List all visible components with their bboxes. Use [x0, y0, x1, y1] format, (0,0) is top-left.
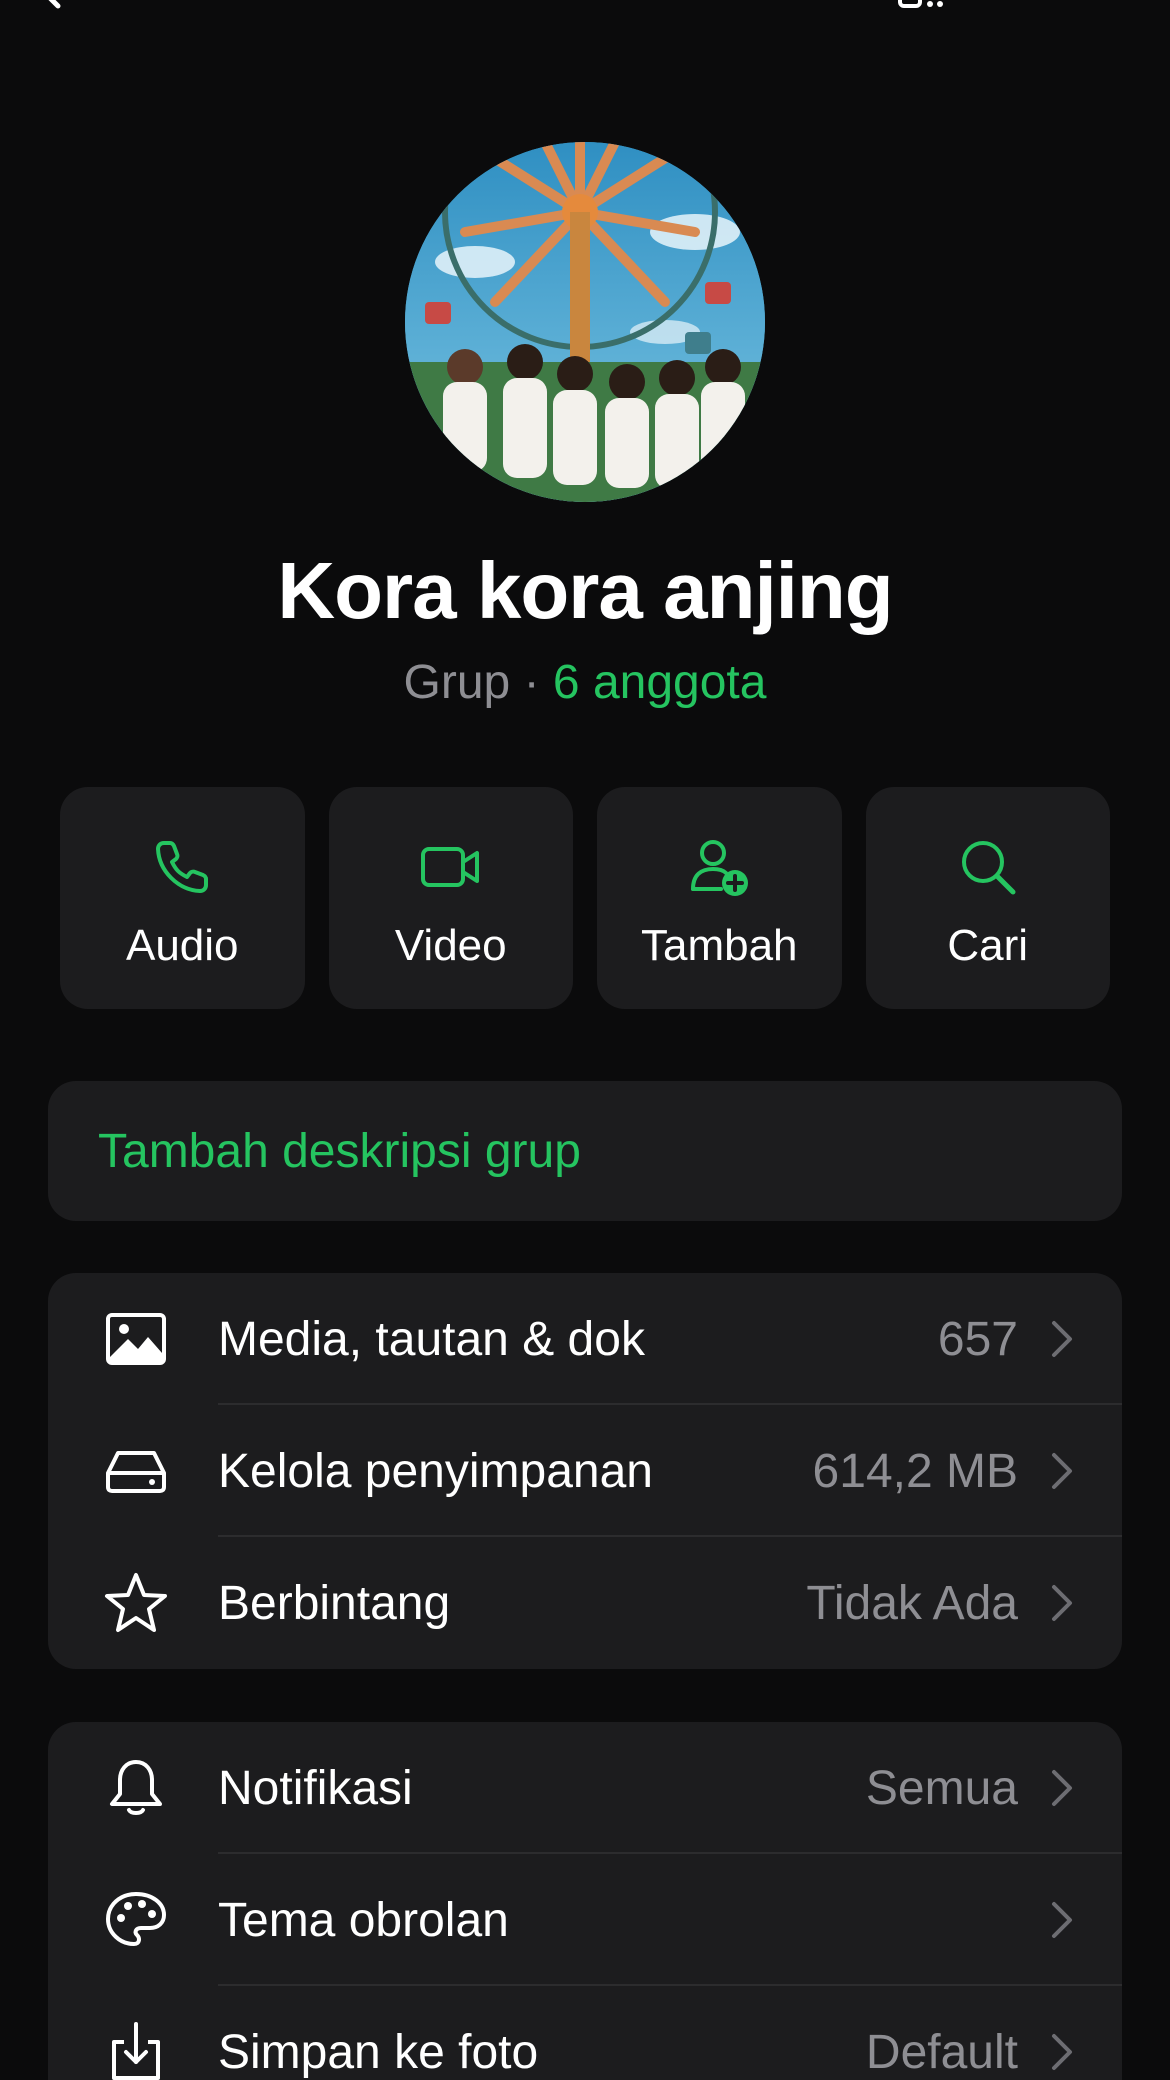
bell-icon: [104, 1756, 168, 1820]
chevron-right-icon: [1052, 1770, 1072, 1806]
chevron-right-icon: [1052, 2034, 1072, 2070]
chevron-right-icon: [1052, 1453, 1072, 1489]
row-value: Semua: [865, 1761, 1018, 1815]
row-label: Berbintang: [218, 1576, 451, 1630]
row-label: Media, tautan & dok: [218, 1312, 645, 1366]
save-to-photos-row[interactable]: Simpan ke foto Default: [48, 1986, 1122, 2080]
media-links-docs-row[interactable]: Media, tautan & dok 657: [48, 1273, 1122, 1405]
chat-theme-row[interactable]: Tema obrolan: [48, 1854, 1122, 1986]
back-chevron-icon[interactable]: [30, 0, 70, 10]
video-call-button[interactable]: Video: [328, 787, 573, 1009]
search-icon: [961, 841, 1016, 895]
group-avatar[interactable]: [405, 142, 765, 502]
search-label: Cari: [947, 921, 1029, 970]
group-photo-illustration: [405, 142, 765, 502]
add-person-icon: [691, 840, 749, 896]
settings-section: Notifikasi Semua Tema obrolan Simpan ke …: [48, 1722, 1122, 2080]
group-subtitle: Grup · 6 anggota: [0, 655, 1170, 710]
star-icon: [104, 1571, 168, 1635]
audio-label: Audio: [125, 921, 239, 970]
top-bar: [0, 0, 1170, 40]
separator: ·: [523, 656, 540, 709]
video-label: Video: [394, 921, 507, 970]
notifications-row[interactable]: Notifikasi Semua: [48, 1722, 1122, 1854]
group-type: Grup: [403, 656, 511, 709]
row-value: 614,2 MB: [812, 1444, 1018, 1498]
row-value: 657: [937, 1312, 1018, 1366]
member-count-link[interactable]: 6 anggota: [553, 656, 767, 709]
save-download-icon: [104, 2020, 168, 2080]
manage-storage-row[interactable]: Kelola penyimpanan 614,2 MB: [48, 1405, 1122, 1537]
add-description-button[interactable]: Tambah deskripsi grup: [48, 1081, 1122, 1221]
chevron-right-icon: [1052, 1585, 1072, 1621]
video-camera-icon: [420, 847, 479, 887]
action-buttons: Audio Video Tambah Cari: [60, 787, 1110, 1009]
add-member-button[interactable]: Tambah: [597, 787, 842, 1009]
search-button[interactable]: Cari: [865, 787, 1110, 1009]
audio-call-button[interactable]: Audio: [60, 787, 305, 1009]
group-name: Kora kora anjing: [277, 546, 893, 635]
image-icon: [104, 1307, 168, 1371]
media-storage-section: Media, tautan & dok 657 Kelola penyimpan…: [48, 1273, 1122, 1669]
chevron-right-icon: [1052, 1321, 1072, 1357]
row-label: Simpan ke foto: [218, 2025, 539, 2079]
row-value: Tidak Ada: [806, 1576, 1018, 1630]
row-label: Notifikasi: [218, 1761, 413, 1815]
storage-drive-icon: [104, 1439, 168, 1503]
row-label: Kelola penyimpanan: [218, 1444, 653, 1498]
phone-icon: [156, 841, 209, 893]
chevron-right-icon: [1052, 1902, 1072, 1938]
row-label: Tema obrolan: [218, 1893, 509, 1947]
add-description-label: Tambah deskripsi grup: [98, 1124, 581, 1178]
row-value: Default: [865, 2025, 1018, 2079]
edit-icon[interactable]: [880, 0, 960, 10]
starred-row[interactable]: Berbintang Tidak Ada: [48, 1537, 1122, 1669]
palette-icon: [104, 1888, 168, 1952]
add-label: Tambah: [640, 921, 798, 970]
